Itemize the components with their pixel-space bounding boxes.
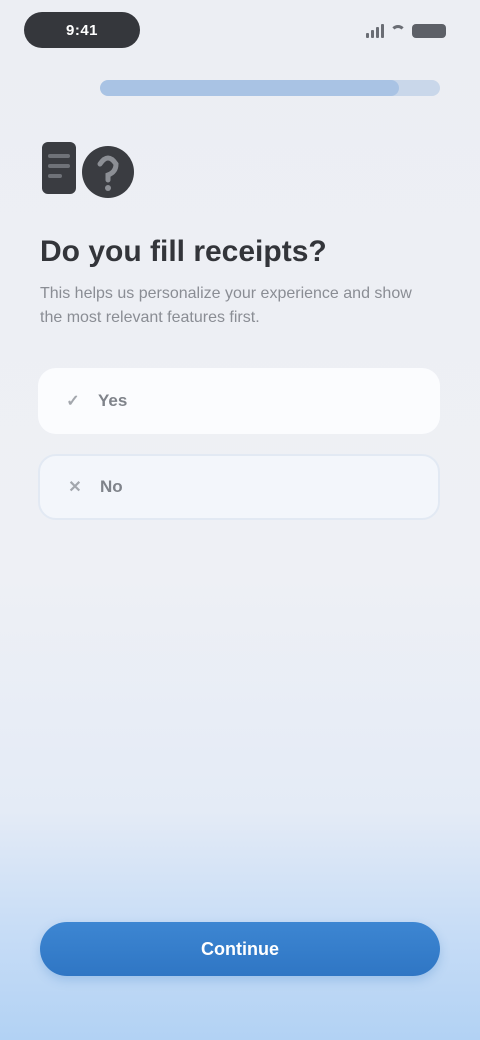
question-subtitle: This helps us personalize your experienc… xyxy=(40,285,412,326)
cellular-signal-icon xyxy=(366,24,384,38)
wifi-icon xyxy=(390,25,406,37)
battery-icon xyxy=(412,24,446,38)
option-no-label: No xyxy=(100,477,123,496)
question-title: Do you fill receipts? xyxy=(40,235,327,268)
option-yes[interactable]: ✓ Yes xyxy=(38,368,440,434)
status-indicators xyxy=(366,20,446,42)
check-icon: ✓ xyxy=(66,393,80,410)
status-bar: 9:41 xyxy=(0,0,480,64)
continue-button[interactable]: Continue xyxy=(40,922,440,976)
receipt-question-icon xyxy=(42,142,134,198)
onboarding-progress-fill xyxy=(100,80,400,96)
close-icon: ✕ xyxy=(68,479,82,496)
option-yes-label: Yes xyxy=(98,391,128,410)
status-time: 9:41 xyxy=(24,12,140,48)
onboarding-progress-bar xyxy=(100,80,440,96)
option-no[interactable]: ✕ No xyxy=(38,454,440,520)
